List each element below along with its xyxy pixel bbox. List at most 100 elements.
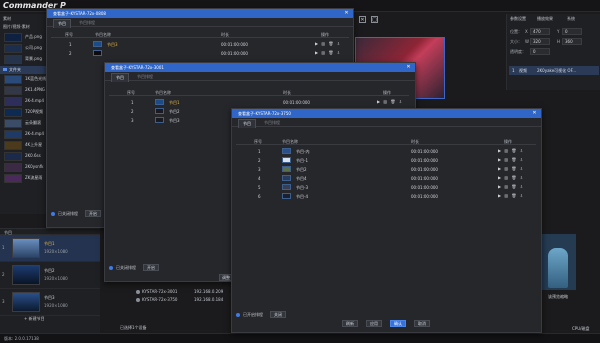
row-actions[interactable]: ▶ ▥ 🗑 ⇩ [498,166,524,171]
w-input[interactable]: 320 [530,38,550,45]
preview-hint: 该预览缩略 [548,294,568,299]
program-thumbnail [93,50,102,56]
program-thumbnail [93,41,102,47]
media-item[interactable]: ZK流星雨 [0,173,51,184]
table-header: 序号 节目名称 时长 操作 [51,31,349,38]
fit-icon[interactable]: ▢ [371,16,378,23]
tab-programs[interactable]: 节目 [111,73,129,82]
media-item[interactable]: 2K0ysnfk [0,162,51,173]
dialog-title-bar: 查看盒子-KYSTAR-72x-3001 ✕ [105,63,415,72]
refresh-button[interactable]: 刷新 [342,320,358,327]
table-row[interactable]: 1 节目3 00:01:00:000 ▶ ▥ 🗑 ⇩ [51,40,349,48]
y-input[interactable]: 0 [562,28,582,35]
dialog-title-bar: 查看盒子-KYSTAR-72x-3750 ✕ [232,109,541,118]
program-thumbnail [282,175,291,181]
row-actions[interactable]: ▶ ▥ 🗑 ⇩ [498,184,524,189]
table-row[interactable]: 2 节目-1 00:01:00:000 ▶ ▥ 🗑 ⇩ [236,156,536,164]
schedule-status: 已开启排程 [243,312,263,317]
program-row[interactable]: 3 节目3 1920×1080 [0,289,100,316]
media-item[interactable]: 2K1.4PNG [0,85,51,96]
program-row[interactable]: 1 节目1 1920×1080 [0,235,100,262]
row-actions[interactable]: ▶ ▥ 🗑 ⇩ [498,175,524,180]
schedule-status-dot [236,313,240,317]
device-name: KYSTAR-72x-3750 [142,297,178,302]
table-row[interactable]: 1 节目-内 00:01:00:000 ▶ ▥ 🗑 ⇩ [236,147,536,155]
media-item[interactable]: 4K上升星 [0,140,51,151]
preview-figure [548,248,568,288]
confirm-button[interactable]: 确认 [390,320,406,327]
tab-programs[interactable]: 节目 [238,119,256,128]
media-item[interactable]: 2K-4.mp4 [0,129,51,140]
table-row[interactable]: 2 00:01:00:000 ▶ ▥ 🗑 ⇩ [51,49,349,57]
h-input[interactable]: 360 [562,38,582,45]
media-item[interactable]: 背景.png [0,54,51,65]
cancel-button[interactable]: 取消 [414,320,430,327]
row-actions[interactable]: ▶ ▥ 🗑 ⇩ [498,193,524,198]
folder-icon [3,68,7,71]
program-row[interactable]: 2 节目2 1920×1080 [0,262,100,289]
enable-schedule-button[interactable]: 开启 [85,210,101,217]
media-item[interactable]: 720P视频 [0,107,51,118]
device-ip: 192.168.0.184 [194,297,224,302]
table-row[interactable]: 6 节目-4 00:01:00:000 ▶ ▥ 🗑 ⇩ [236,192,536,200]
device-radio[interactable] [136,298,140,302]
close-icon[interactable]: ✕ [531,110,538,117]
opacity-input[interactable]: 0 [530,48,550,55]
table-row[interactable]: 3 节目2 00:01:00:000 ▶ ▥ 🗑 ⇩ [236,165,536,173]
dialog-tabs: 节目 节目排程 [47,18,353,28]
tab-schedule[interactable]: 节目排程 [137,74,153,80]
schedule-status-dot [51,212,55,216]
table-row[interactable]: 1 节目1 00:01:00:000 ▶ ▥ 🗑 ⇩ [109,98,409,106]
tab-programs[interactable]: 节目 [53,19,71,28]
media-subheader: 图片/视频-素材 [3,24,30,29]
row-actions[interactable]: ▶ ▥ 🗑 ⇩ [498,148,524,153]
row-actions[interactable]: ▶ ▥ 🗑 ⇩ [377,99,403,104]
dialog-tabs: 节目 节目排程 [232,118,541,128]
program-list: 节目 1 节目1 1920×1080 2 节目2 1920×1080 3 节目3… [0,228,100,333]
device-radio[interactable] [136,290,140,294]
media-item[interactable]: 云朵翻滚 [0,118,51,129]
crop-icon[interactable]: ✕ [359,16,366,23]
tab-effects[interactable]: 播放效果 [537,16,553,22]
table-row[interactable]: 5 节目-3 00:01:00:000 ▶ ▥ 🗑 ⇩ [236,183,536,191]
media-item[interactable]: 1K蓝色光线 [0,74,51,85]
program-thumbnail [155,117,164,123]
tab-system[interactable]: 系统 [567,16,575,22]
close-icon[interactable]: ✕ [343,10,350,17]
table-row[interactable]: 4 节目4 00:01:00:000 ▶ ▥ 🗑 ⇩ [236,174,536,182]
folder-row[interactable]: 文件夹 [0,66,51,74]
row-actions[interactable]: ▶ ▥ 🗑 ⇩ [315,50,341,55]
apply-button[interactable]: 应用 [366,320,382,327]
tab-schedule[interactable]: 节目排程 [264,120,280,126]
disable-schedule-button[interactable]: 关闭 [270,311,286,318]
close-icon[interactable]: ✕ [405,64,412,71]
row-actions[interactable]: ▶ ▥ 🗑 ⇩ [315,41,341,46]
media-item[interactable]: 2K-4.mp4 [0,96,51,107]
media-panel-header: 素材 [3,16,11,21]
x-input[interactable]: 470 [530,28,550,35]
table-header: 序号 节目名称 时长 操作 [109,89,409,96]
enable-schedule-button[interactable]: 开启 [143,264,159,271]
opacity-label: 透明度： [510,49,526,54]
size-label: 大小： [510,39,522,44]
program-thumbnail [155,108,164,114]
media-item[interactable]: 产品.png [0,32,51,43]
status-bar: 版本: 2.0.0.17138 [0,333,600,343]
program-thumbnail [282,193,291,199]
schedule-status: 已关闭排程 [116,265,136,270]
program-thumbnail [12,265,40,285]
media-item[interactable]: 公司.png [0,43,51,54]
tab-schedule[interactable]: 节目排程 [79,20,95,26]
position-label: 位置： [510,29,522,34]
row-actions[interactable]: ▶ ▥ 🗑 ⇩ [498,157,524,162]
program-thumbnail [12,292,40,312]
program-thumbnail [282,148,291,154]
dialog-tabs: 节目 节目排程 [105,72,415,82]
tab-params[interactable]: 参数设置 [510,16,526,22]
media-item[interactable]: 2K0.6ss [0,151,51,162]
device-name: KYSTAR-72x-3001 [142,289,178,294]
layer-row[interactable]: 1 视频 2K0yake可视化 OF... [509,66,599,75]
media-panel: 素材 图片/视频-素材 产品.png 公司.png 背景.png 文件夹 1K蓝… [0,14,52,214]
add-program-button[interactable]: + 新建节目 [24,316,45,322]
cpu-status: CPU/磁盘 [572,326,590,331]
